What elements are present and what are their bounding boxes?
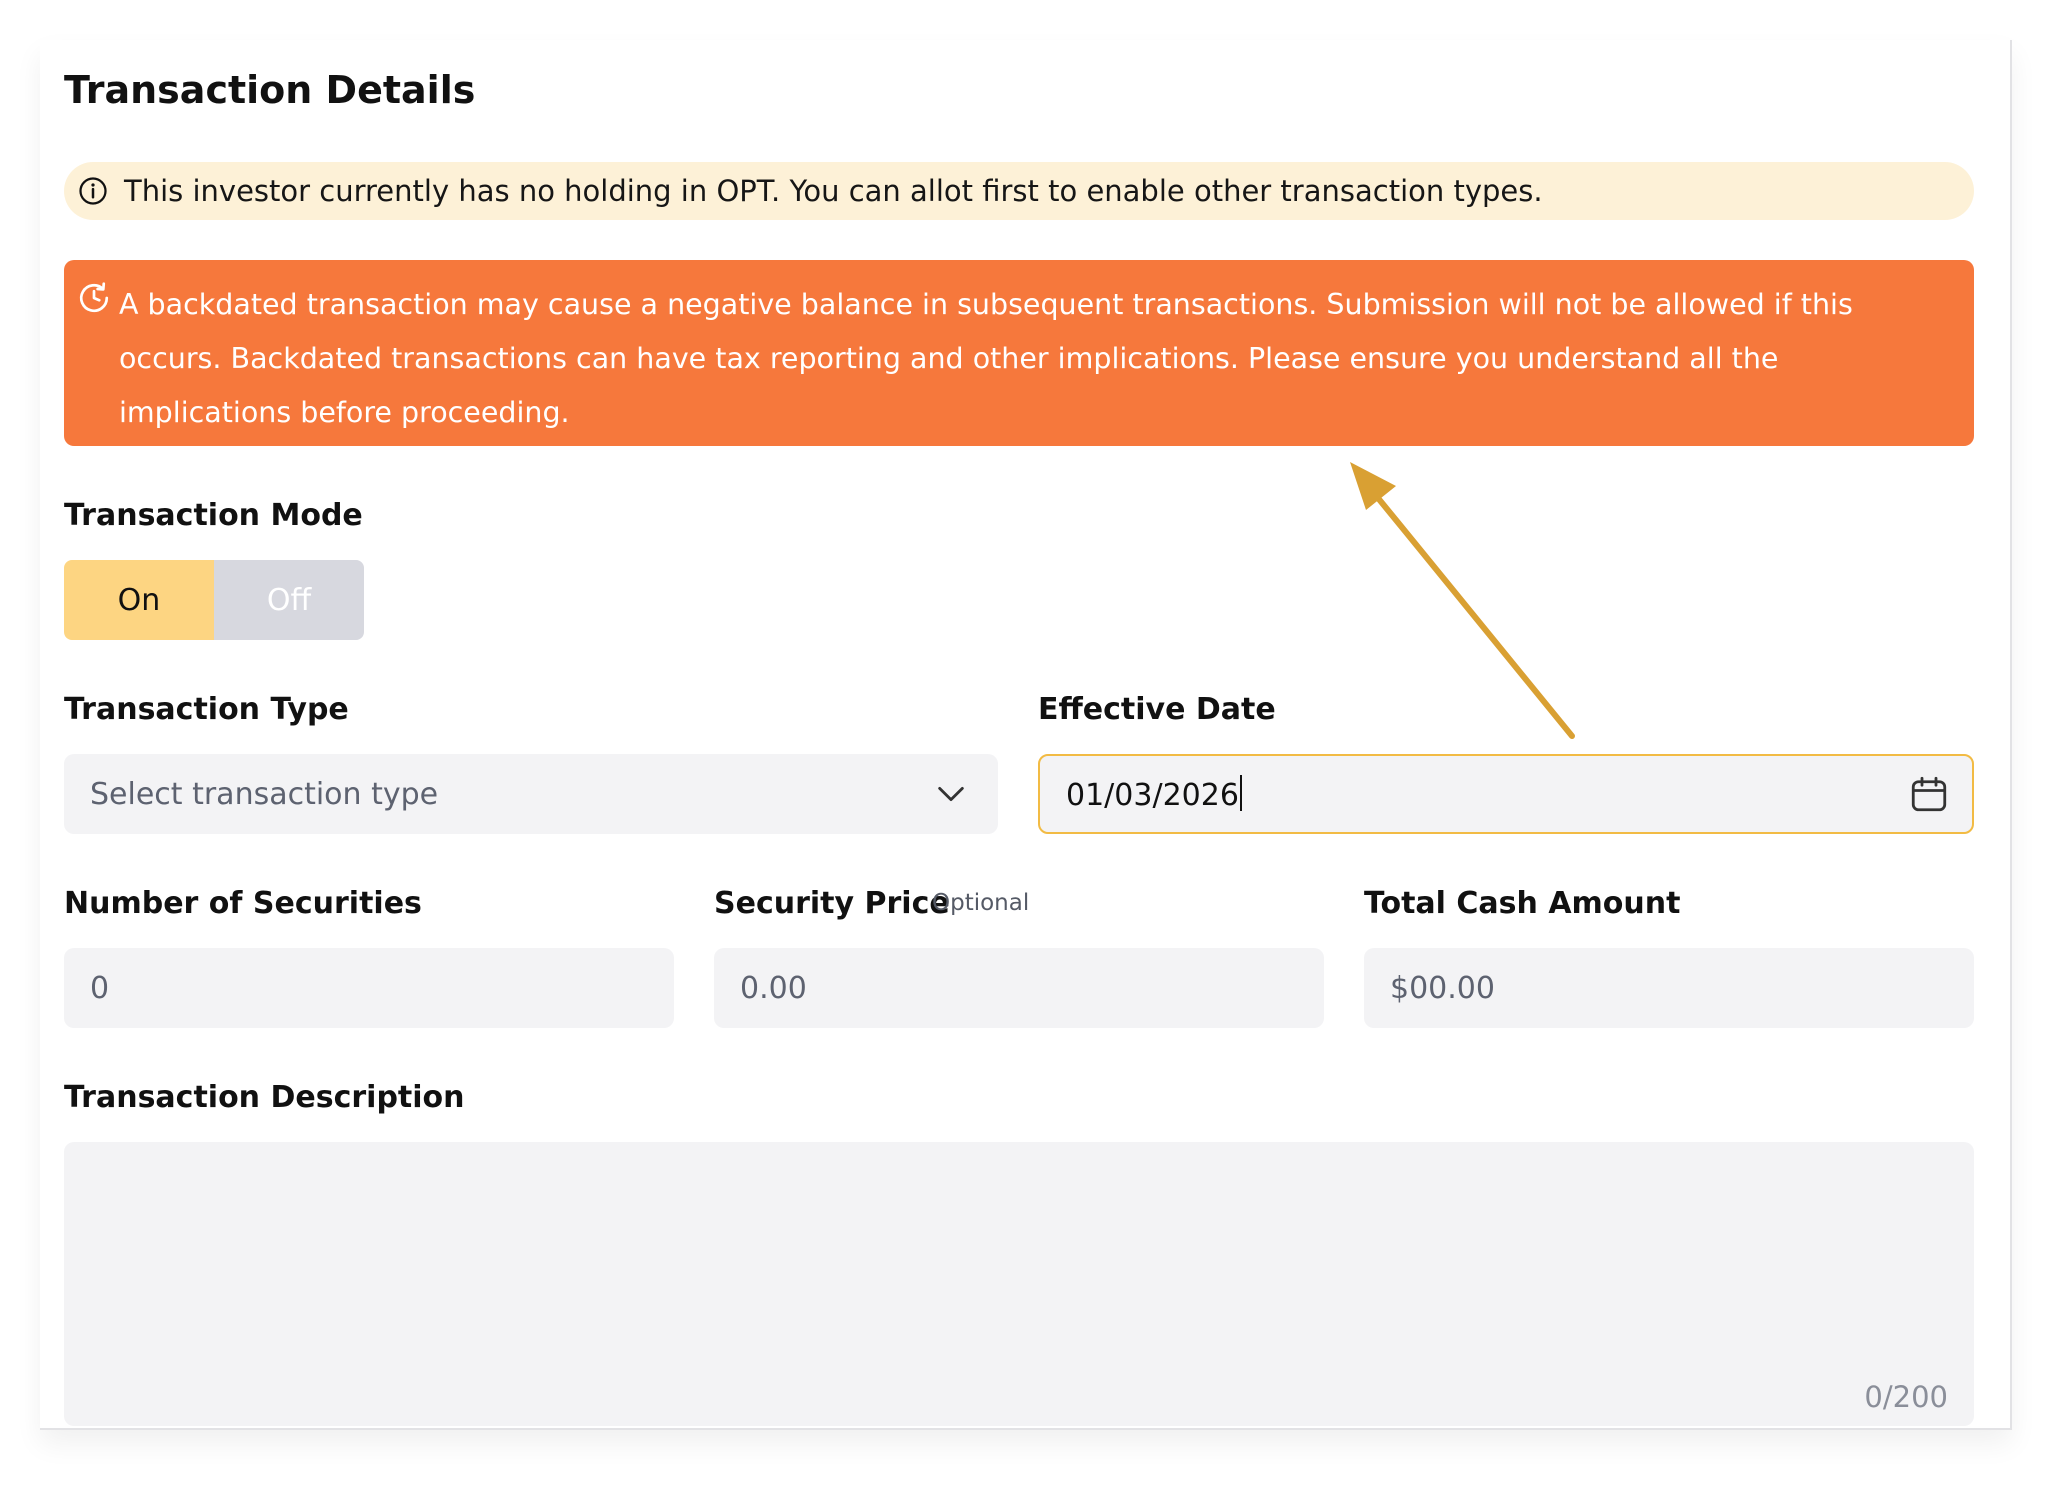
info-icon <box>79 177 107 205</box>
total-cash-amount-label: Total Cash Amount <box>1364 886 1681 921</box>
toggle-on-button[interactable]: On <box>64 560 214 640</box>
transaction-mode-label: Transaction Mode <box>64 498 363 533</box>
optional-tag: Optional <box>932 890 1030 916</box>
number-of-securities-field[interactable] <box>64 948 674 1028</box>
transaction-type-label: Transaction Type <box>64 692 349 727</box>
clock-history-icon <box>79 282 109 313</box>
security-price-label: Security Price <box>714 886 950 921</box>
security-price-input[interactable] <box>740 970 1324 1006</box>
transaction-mode-toggle: On Off <box>64 560 364 640</box>
info-banner-text: This investor currently has no holding i… <box>124 174 1543 208</box>
chevron-down-icon <box>938 786 964 802</box>
character-counter: 0/200 <box>1864 1380 1948 1414</box>
calendar-icon[interactable] <box>1908 773 1950 815</box>
page-title: Transaction Details <box>64 68 476 112</box>
transaction-description-textarea[interactable]: 0/200 <box>64 1142 1974 1426</box>
backdate-warning-banner: A backdated transaction may cause a nega… <box>64 260 1974 446</box>
number-of-securities-label: Number of Securities <box>64 886 422 921</box>
effective-date-label: Effective Date <box>1038 692 1276 727</box>
transaction-type-select[interactable]: Select transaction type <box>64 754 998 834</box>
info-banner: This investor currently has no holding i… <box>64 162 1974 220</box>
total-cash-amount-field[interactable] <box>1364 948 1974 1028</box>
warning-banner-text: A backdated transaction may cause a nega… <box>119 288 1853 429</box>
toggle-off-button[interactable]: Off <box>214 560 364 640</box>
transaction-type-placeholder: Select transaction type <box>90 776 439 812</box>
transaction-description-label: Transaction Description <box>64 1080 465 1115</box>
effective-date-value: 01/03/2026 <box>1066 775 1908 813</box>
total-cash-amount-input[interactable] <box>1390 970 1974 1006</box>
effective-date-input[interactable]: 01/03/2026 <box>1038 754 1974 834</box>
number-of-securities-input[interactable] <box>90 970 674 1006</box>
security-price-field[interactable] <box>714 948 1324 1028</box>
transaction-details-card: Transaction Details This investor curren… <box>40 40 2012 1430</box>
